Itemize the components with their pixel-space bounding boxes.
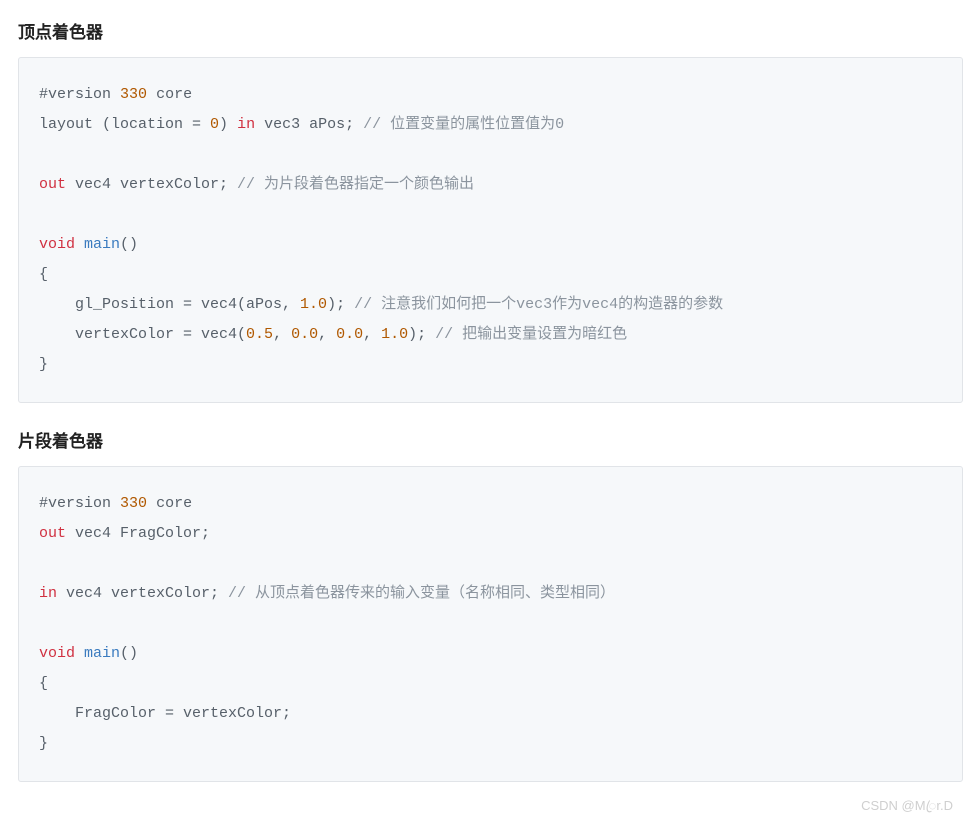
fragment-shader-code: #version 330 core out vec4 FragColor; in… [39, 489, 942, 759]
fragment-shader-code-block: #version 330 core out vec4 FragColor; in… [18, 466, 963, 782]
code-text: , [318, 326, 336, 343]
code-keyword: void [39, 236, 75, 253]
code-text: vec4 vertexColor; [57, 585, 228, 602]
code-comment: // 把输出变量设置为暗红色 [435, 326, 627, 343]
code-number: 1.0 [381, 326, 408, 343]
code-text: layout (location = [39, 116, 210, 133]
code-text: core [156, 495, 192, 512]
vertex-shader-code-block: #version 330 core layout (location = 0) … [18, 57, 963, 403]
code-text: gl_Position = vec4(aPos, [39, 296, 300, 313]
code-text: , [273, 326, 291, 343]
code-text [75, 236, 84, 253]
code-text: vec3 aPos; [255, 116, 363, 133]
code-text: vertexColor = vec4( [39, 326, 246, 343]
code-comment: // 位置变量的属性位置值为0 [363, 116, 564, 133]
code-keyword: out [39, 176, 66, 193]
vertex-shader-title: 顶点着色器 [18, 18, 963, 43]
code-number: 0.5 [246, 326, 273, 343]
code-text: vec4 vertexColor; [66, 176, 237, 193]
code-text: #version [39, 495, 111, 512]
code-text: ); [408, 326, 435, 343]
code-text: FragColor = vertexColor; [39, 705, 291, 722]
code-text: , [363, 326, 381, 343]
code-keyword: void [39, 645, 75, 662]
code-number: 330 [120, 86, 147, 103]
code-number: 330 [120, 495, 147, 512]
code-text: { [39, 675, 48, 692]
code-text: } [39, 356, 48, 373]
code-number: 0 [210, 116, 219, 133]
code-number: 1.0 [300, 296, 327, 313]
vertex-shader-code: #version 330 core layout (location = 0) … [39, 80, 942, 380]
code-text: { [39, 266, 48, 283]
code-keyword: out [39, 525, 66, 542]
code-text: vec4 FragColor; [66, 525, 210, 542]
code-text: () [120, 236, 138, 253]
code-text: } [39, 735, 48, 752]
code-number: 0.0 [291, 326, 318, 343]
fragment-shader-title: 片段着色器 [18, 427, 963, 452]
code-function: main [84, 236, 120, 253]
code-text: #version [39, 86, 111, 103]
code-keyword: in [39, 585, 57, 602]
code-keyword: in [237, 116, 255, 133]
code-comment: // 为片段着色器指定一个颜色输出 [237, 176, 474, 193]
code-text [75, 645, 84, 662]
code-text: ) [219, 116, 237, 133]
code-function: main [84, 645, 120, 662]
code-comment: // 注意我们如何把一个vec3作为vec4的构造器的参数 [354, 296, 723, 313]
code-text: () [120, 645, 138, 662]
code-text: core [156, 86, 192, 103]
code-comment: // 从顶点着色器传来的输入变量（名称相同、类型相同） [228, 585, 615, 602]
watermark: CSDN @Mꦿr.D [861, 795, 953, 822]
code-number: 0.0 [336, 326, 363, 343]
code-text: ); [327, 296, 354, 313]
